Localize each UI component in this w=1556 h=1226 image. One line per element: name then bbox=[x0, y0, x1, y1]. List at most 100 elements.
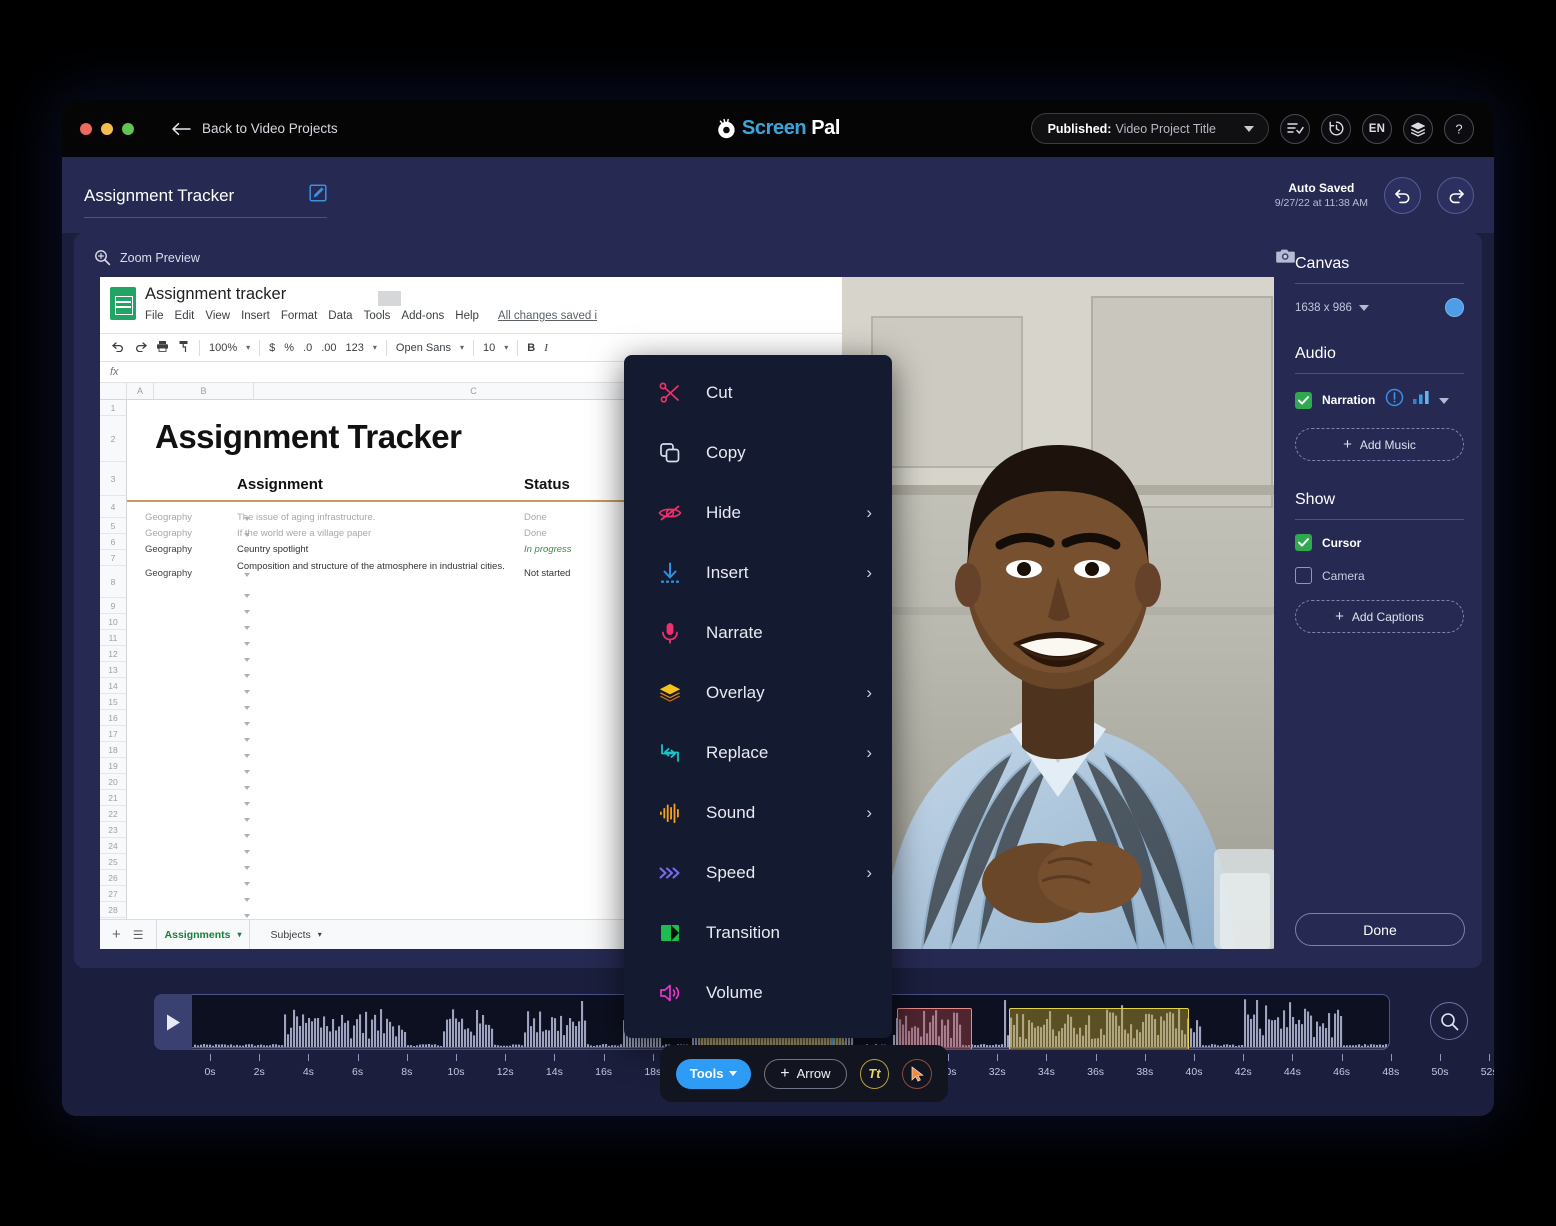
column-header-b[interactable]: B bbox=[154, 383, 254, 399]
row-number[interactable]: 5 bbox=[100, 518, 127, 534]
context-menu-item-volume[interactable]: Volume bbox=[624, 963, 892, 1023]
row-number[interactable]: 4 bbox=[100, 496, 127, 518]
sheet-menu-addons[interactable]: Add-ons bbox=[401, 310, 444, 322]
sheet-menu-format[interactable]: Format bbox=[281, 310, 317, 322]
minimize-window-button[interactable] bbox=[101, 122, 113, 135]
row-number[interactable]: 12 bbox=[100, 646, 127, 662]
sheet-tab-subjects[interactable]: Subjects ▾ bbox=[262, 929, 329, 941]
row-number[interactable]: 26 bbox=[100, 870, 127, 886]
maximize-window-button[interactable] bbox=[122, 122, 134, 135]
done-button[interactable]: Done bbox=[1295, 913, 1465, 946]
row-number[interactable]: 20 bbox=[100, 774, 127, 790]
cell-status[interactable]: Not started bbox=[524, 568, 570, 579]
row-number[interactable]: 25 bbox=[100, 854, 127, 870]
sheet-zoom-level[interactable]: 100% bbox=[209, 342, 237, 354]
close-window-button[interactable] bbox=[80, 122, 92, 135]
sheet-print-icon[interactable] bbox=[156, 340, 169, 355]
canvas-color-swatch[interactable] bbox=[1445, 298, 1464, 317]
row-number[interactable]: 21 bbox=[100, 790, 127, 806]
context-menu-item-copy[interactable]: Copy bbox=[624, 423, 892, 483]
checklist-button[interactable] bbox=[1280, 113, 1310, 144]
cell-subject[interactable]: Geography bbox=[145, 568, 192, 579]
context-menu-item-sound[interactable]: Sound › bbox=[624, 783, 892, 843]
row-number[interactable]: 10 bbox=[100, 614, 127, 630]
webcam-video-overlay[interactable] bbox=[842, 277, 1274, 949]
sheet-menu-help[interactable]: Help bbox=[455, 310, 479, 322]
cell-dropdown-icon[interactable] bbox=[244, 866, 250, 870]
cell-dropdown-icon[interactable] bbox=[244, 786, 250, 790]
sheet-font-family[interactable]: Open Sans bbox=[396, 342, 451, 354]
sheet-menu-insert[interactable]: Insert bbox=[241, 310, 270, 322]
cell-task[interactable]: Composition and structure of the atmosph… bbox=[237, 560, 512, 573]
audio-options-caret[interactable] bbox=[1439, 391, 1450, 409]
row-number[interactable]: 7 bbox=[100, 550, 127, 566]
cursor-checkbox[interactable] bbox=[1295, 534, 1312, 551]
row-number[interactable]: 27 bbox=[100, 886, 127, 902]
play-button[interactable] bbox=[154, 994, 192, 1050]
cursor-tool-button[interactable] bbox=[902, 1058, 932, 1089]
sheet-undo-icon[interactable] bbox=[112, 341, 125, 355]
published-project-dropdown[interactable]: Published: Video Project Title bbox=[1030, 113, 1269, 144]
row-number[interactable]: 15 bbox=[100, 694, 127, 710]
sheet-menu-tools[interactable]: Tools bbox=[364, 310, 391, 322]
sheet-menu-data[interactable]: Data bbox=[328, 310, 352, 322]
column-header-a[interactable]: A bbox=[127, 383, 154, 399]
sheet-font-size[interactable]: 10 bbox=[483, 342, 495, 354]
canvas-resolution-value[interactable]: 1638 x 986 bbox=[1295, 302, 1352, 314]
redo-button[interactable] bbox=[1437, 176, 1474, 214]
cell-dropdown-icon[interactable] bbox=[244, 882, 250, 886]
context-menu-item-overlay[interactable]: Overlay › bbox=[624, 663, 892, 723]
sheet-menu-view[interactable]: View bbox=[205, 310, 230, 322]
context-menu-item-narrate[interactable]: Narrate bbox=[624, 603, 892, 663]
sheet-redo-icon[interactable] bbox=[134, 341, 147, 355]
cell-dropdown-icon[interactable] bbox=[244, 770, 250, 774]
all-sheets-button[interactable]: ☰ bbox=[133, 928, 144, 942]
cell-dropdown-icon[interactable] bbox=[244, 594, 250, 598]
language-button[interactable]: EN bbox=[1362, 113, 1392, 144]
cell-dropdown-icon[interactable] bbox=[244, 706, 250, 710]
add-music-button[interactable]: + Add Music bbox=[1295, 428, 1464, 461]
row-number[interactable]: 3 bbox=[100, 462, 127, 496]
sheet-decrease-decimal[interactable]: .0 bbox=[303, 342, 312, 354]
tools-dropdown-button[interactable]: Tools bbox=[676, 1058, 752, 1089]
context-menu-item-cut[interactable]: Cut bbox=[624, 363, 892, 423]
version-history-button[interactable] bbox=[1321, 113, 1351, 144]
sheet-increase-decimal[interactable]: .00 bbox=[321, 342, 336, 354]
zoom-preview-button[interactable]: Zoom Preview bbox=[94, 249, 200, 266]
sheet-currency-format[interactable]: $ bbox=[269, 342, 275, 354]
cell-subject[interactable]: Geography bbox=[145, 512, 192, 523]
context-menu-item-speed[interactable]: Speed › bbox=[624, 843, 892, 903]
row-number[interactable]: 14 bbox=[100, 678, 127, 694]
cell-dropdown-icon[interactable] bbox=[244, 802, 250, 806]
row-number[interactable]: 1 bbox=[100, 400, 127, 416]
layers-button[interactable] bbox=[1403, 113, 1433, 144]
cell-dropdown-icon[interactable] bbox=[244, 898, 250, 902]
audio-level-icon[interactable] bbox=[1412, 390, 1431, 410]
cell-dropdown-icon[interactable] bbox=[244, 674, 250, 678]
cell-dropdown-icon[interactable] bbox=[244, 610, 250, 614]
sheet-tab-assignments[interactable]: Assignments ▾ bbox=[155, 920, 251, 949]
context-menu-item-transition[interactable]: Transition bbox=[624, 903, 892, 963]
cell-dropdown-icon[interactable] bbox=[244, 818, 250, 822]
context-menu-item-insert[interactable]: Insert › bbox=[624, 543, 892, 603]
sheet-paint-format-icon[interactable] bbox=[178, 340, 190, 355]
row-number[interactable]: 18 bbox=[100, 742, 127, 758]
cell-dropdown-icon[interactable] bbox=[244, 754, 250, 758]
cell-dropdown-icon[interactable] bbox=[244, 738, 250, 742]
sheet-italic-button[interactable]: I bbox=[544, 342, 548, 354]
row-number[interactable]: 16 bbox=[100, 710, 127, 726]
add-arrow-button[interactable]: + Arrow bbox=[764, 1058, 847, 1089]
cell-dropdown-icon[interactable] bbox=[244, 690, 250, 694]
row-number[interactable]: 2 bbox=[100, 416, 127, 462]
narration-warning-icon[interactable] bbox=[1385, 388, 1404, 412]
row-number[interactable]: 9 bbox=[100, 598, 127, 614]
context-menu-item-replace[interactable]: Replace › bbox=[624, 723, 892, 783]
row-number[interactable]: 11 bbox=[100, 630, 127, 646]
cell-task[interactable]: The issue of aging infrastructure. bbox=[237, 512, 512, 523]
cell-dropdown-icon[interactable] bbox=[244, 658, 250, 662]
row-number[interactable]: 28 bbox=[100, 902, 127, 918]
row-number[interactable]: 17 bbox=[100, 726, 127, 742]
row-number[interactable]: 22 bbox=[100, 806, 127, 822]
sheet-number-format[interactable]: 123 bbox=[346, 342, 364, 354]
cell-status[interactable]: Done bbox=[524, 512, 547, 523]
